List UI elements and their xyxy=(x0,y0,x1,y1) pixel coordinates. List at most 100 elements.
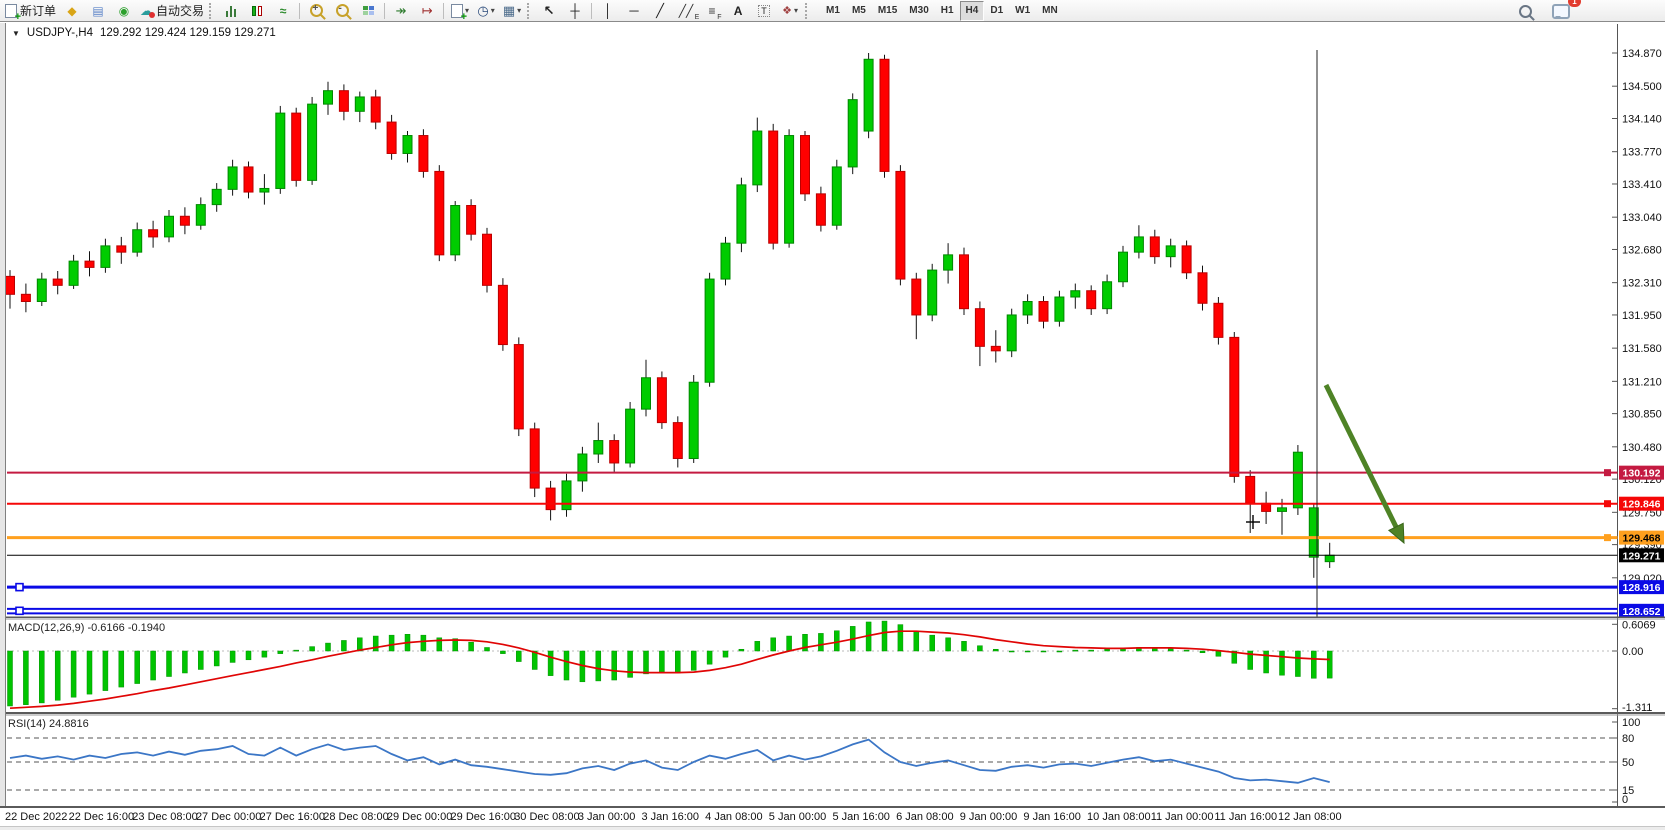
macd-histogram-bar xyxy=(119,651,124,687)
chevron-down-icon: ▾ xyxy=(491,6,495,15)
navigator-button[interactable]: ▤ xyxy=(85,1,111,21)
candlestick-series[interactable] xyxy=(6,53,1335,578)
line-handle[interactable] xyxy=(1604,534,1611,541)
candle-body xyxy=(626,409,635,463)
candle-body xyxy=(85,261,94,267)
macd-panel-canvas[interactable]: 0.60690.00-1.311MACD(12,26,9) -0.6166 -0… xyxy=(0,618,1665,714)
timeframe-D1-button[interactable]: D1 xyxy=(984,1,1009,21)
candle-body xyxy=(1087,291,1096,309)
timeframe-MN-button[interactable]: MN xyxy=(1036,1,1064,21)
line-chart-icon: ≈ xyxy=(280,4,287,18)
macd-histogram-bar xyxy=(723,651,728,657)
line-handle[interactable] xyxy=(16,584,23,591)
line-handle[interactable] xyxy=(1604,469,1611,476)
autotrading-button[interactable]: ☁ 自动交易 xyxy=(137,1,207,21)
chart-ohlc-readout: 129.292 129.424 129.159 129.271 xyxy=(100,27,276,39)
tile-windows-button[interactable] xyxy=(355,1,381,21)
market-watch-button[interactable]: ◆ xyxy=(59,1,85,21)
macd-histogram-bar xyxy=(1009,651,1014,652)
text-tool-button[interactable]: A xyxy=(725,1,751,21)
candle-body xyxy=(117,246,126,252)
cursor-tool-button[interactable]: ↖ xyxy=(536,1,562,21)
macd-histogram-bar xyxy=(707,651,712,664)
time-label: 28 Dec 08:00 xyxy=(323,811,388,823)
timeframe-M15-button[interactable]: M15 xyxy=(872,1,903,21)
time-label: 22 Dec 2022 xyxy=(5,811,67,823)
time-label: 3 Jan 00:00 xyxy=(578,811,636,823)
candle-body xyxy=(769,131,778,243)
toolbar-separator xyxy=(209,3,214,19)
candle-body xyxy=(721,243,730,279)
candlestick-mode-button[interactable] xyxy=(244,1,270,21)
notifications-button[interactable]: 1 xyxy=(1548,1,1574,21)
arrows-tool-dropdown[interactable]: ❖▾ xyxy=(777,1,803,21)
trend-arrow[interactable] xyxy=(1326,385,1399,532)
macd-histogram-bar xyxy=(914,631,919,651)
zoom-out-button[interactable]: - xyxy=(329,1,355,21)
macd-histogram-bar xyxy=(230,651,235,662)
period-dropdown[interactable]: ◷▾ xyxy=(473,1,499,21)
candle-body xyxy=(1150,237,1159,257)
macd-histogram-bar xyxy=(1295,651,1300,677)
macd-histogram-bar xyxy=(834,631,839,651)
candle-body xyxy=(975,309,984,347)
candle-body xyxy=(292,113,301,180)
macd-histogram-bar xyxy=(1073,650,1078,651)
zoom-in-button[interactable]: + xyxy=(303,1,329,21)
timeframe-M30-button[interactable]: M30 xyxy=(903,1,934,21)
chart-symbol-period: USDJPY-,H4 xyxy=(27,27,93,39)
macd-histogram-bar xyxy=(39,651,44,703)
macd-histogram-bar xyxy=(421,635,426,651)
fibonacci-tool-button[interactable]: ≡F xyxy=(699,1,725,21)
main-chart-canvas[interactable]: 134.870134.500134.140133.770133.410133.0… xyxy=(0,24,1665,618)
time-label: 9 Jan 00:00 xyxy=(960,811,1018,823)
macd-histogram-bar xyxy=(71,651,76,697)
macd-histogram-bar xyxy=(1184,650,1189,651)
candle-body xyxy=(1007,315,1016,351)
time-label: 6 Jan 08:00 xyxy=(896,811,954,823)
bar-chart-mode-button[interactable] xyxy=(218,1,244,21)
vertical-line-tool-button[interactable]: │ xyxy=(595,1,621,21)
timeframe-H4-button[interactable]: H4 xyxy=(960,1,985,21)
timeframe-M1-button[interactable]: M1 xyxy=(820,1,846,21)
trendline-tool-button[interactable]: ╱ xyxy=(647,1,673,21)
templates-dropdown[interactable]: ▦▾ xyxy=(499,1,525,21)
one-click-trading-toggle[interactable]: ▼ xyxy=(12,29,20,38)
timeframe-M5-button[interactable]: M5 xyxy=(846,1,872,21)
time-axis[interactable]: 22 Dec 202222 Dec 16:0023 Dec 08:0027 De… xyxy=(0,806,1665,826)
candle-body xyxy=(816,194,825,225)
macd-indicator-label: MACD(12,26,9) -0.6166 -0.1940 xyxy=(8,622,165,634)
autoscroll-button[interactable]: ↠ xyxy=(388,1,414,21)
price-tick-label: 130.850 xyxy=(1622,409,1662,421)
new-chart-dropdown[interactable]: ▾ xyxy=(447,1,473,21)
macd-histogram-bar xyxy=(628,651,633,677)
search-button[interactable] xyxy=(1512,1,1538,21)
horizontal-line-icon: ─ xyxy=(629,3,638,18)
chart-shift-button[interactable]: ↦ xyxy=(414,1,440,21)
trend-arrow-head[interactable] xyxy=(1389,523,1404,543)
line-chart-mode-button[interactable]: ≈ xyxy=(270,1,296,21)
time-label: 10 Jan 08:00 xyxy=(1087,811,1151,823)
line-handle[interactable] xyxy=(1604,500,1611,507)
new-order-button[interactable]: 新订单 xyxy=(2,1,59,21)
timeframe-H1-button[interactable]: H1 xyxy=(935,1,960,21)
signals-button[interactable]: ◉ xyxy=(111,1,137,21)
rsi-panel-canvas[interactable]: 1008050150RSI(14) 24.8816 xyxy=(0,714,1665,806)
price-tick-label: 130.480 xyxy=(1622,442,1662,454)
candle-body xyxy=(69,261,78,285)
tile-windows-icon xyxy=(363,6,374,15)
time-label: 12 Jan 08:00 xyxy=(1278,811,1342,823)
text-label-tool-button[interactable]: T xyxy=(751,1,777,21)
macd-axis-label: 0.00 xyxy=(1622,646,1643,658)
new-order-icon xyxy=(5,4,17,18)
timeframe-W1-button[interactable]: W1 xyxy=(1009,1,1036,21)
candle-body xyxy=(737,185,746,243)
candle-body xyxy=(180,216,189,225)
macd-histogram-bar xyxy=(691,651,696,670)
candle-body xyxy=(944,255,953,270)
candle-body xyxy=(101,246,110,268)
line-handle[interactable] xyxy=(16,607,23,614)
horizontal-line-tool-button[interactable]: ─ xyxy=(621,1,647,21)
crosshair-tool-button[interactable]: ┼ xyxy=(562,1,588,21)
channel-tool-button[interactable]: ╱╱E xyxy=(673,1,699,21)
